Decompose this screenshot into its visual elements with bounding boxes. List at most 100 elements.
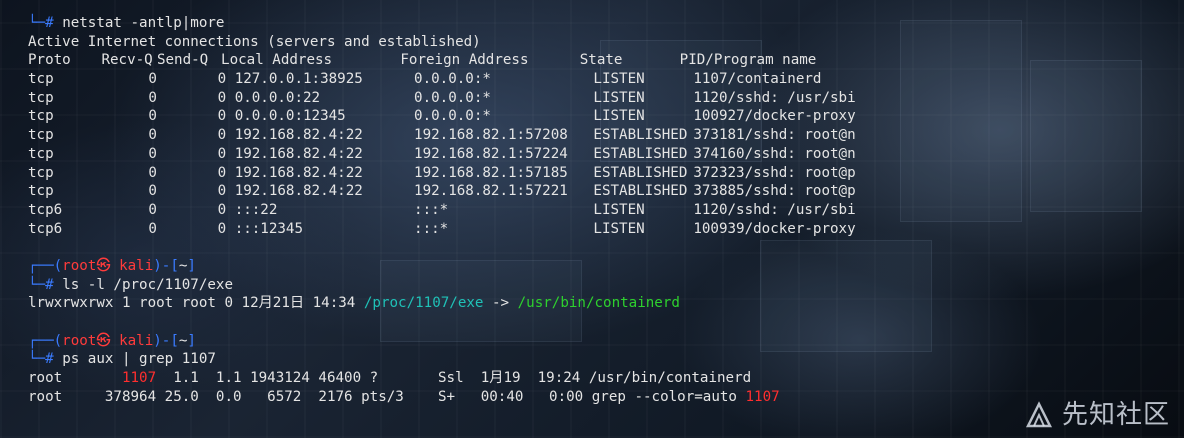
col-state: State — [579, 52, 623, 69]
cell-local: 192.168.82.4:22 — [234, 145, 363, 162]
cell-foreign: 192.168.82.1:57185 — [414, 164, 568, 181]
prompt-top: ┌──( — [28, 257, 63, 274]
cell-foreign: 0.0.0.0:* — [414, 71, 491, 88]
cell-pid: 1120/sshd: /usr/sbi — [693, 201, 856, 218]
terminal-output[interactable]: └─# netstat -antlp|more Active Internet … — [28, 14, 1158, 406]
prompt-corner: └─ — [28, 351, 46, 368]
command-text: ps aux | grep 1107 — [62, 351, 216, 368]
cell-local: 0.0.0.0:12345 — [234, 108, 346, 125]
prompt-line: └─# ps aux | grep 1107 — [28, 350, 1158, 369]
cell-local: :::22 — [234, 201, 278, 218]
cell-sendq: 0 — [217, 183, 227, 200]
cell-proto: tcp — [28, 71, 54, 88]
cell-recvq: 0 — [148, 201, 157, 218]
cell-proto: tcp — [28, 164, 54, 181]
cell-recvq: 0 — [148, 183, 157, 200]
prompt-top: ┌──( — [28, 332, 63, 349]
ps-row: root 378964 25.0 0.0 6572 2176 pts/3 S+ … — [28, 388, 1158, 407]
user-host: root㉿ kali — [62, 257, 154, 274]
prompt-corner: └─ — [28, 276, 46, 293]
col-pid: PID/Program name — [679, 52, 817, 69]
cell-foreign: 192.168.82.1:57208 — [414, 127, 568, 144]
cell-local: 192.168.82.4:22 — [234, 183, 363, 200]
col-foreign: Foreign Address — [400, 52, 529, 69]
prompt-hash: # — [45, 351, 54, 368]
cell-sendq: 0 — [217, 108, 227, 125]
cell-foreign: 192.168.82.1:57224 — [414, 145, 568, 162]
netstat-row: tcp 0 0 127.0.0.1:38925 0.0.0.0:* LISTEN 1107… — [28, 70, 1158, 89]
cell-state: ESTABLISHED — [593, 127, 688, 144]
netstat-columns: Proto Recv-Q Send-Q Local Address Foreign A… — [28, 51, 1158, 70]
ls-prefix: lrwxrwxrwx 1 root root 0 12月21日 14:34 — [28, 295, 364, 312]
prompt-line: └─# ls -l /proc/1107/exe — [28, 276, 1158, 295]
cell-proto: tcp — [28, 127, 54, 144]
cell-recvq: 0 — [148, 220, 157, 237]
cell-pid: 1120/sshd: /usr/sbi — [693, 89, 856, 106]
cell-proto: tcp — [28, 183, 54, 200]
cell-local: 0.0.0.0:22 — [234, 89, 321, 106]
ps-pre: root — [28, 388, 105, 405]
netstat-row: tcp 0 0 192.168.82.4:22 192.168.82.1:57221 E… — [28, 182, 1158, 201]
netstat-row: tcp 0 0 192.168.82.4:22 192.168.82.1:57185 E… — [28, 164, 1158, 183]
cell-proto: tcp6 — [28, 201, 63, 218]
prompt-line: └─# netstat -antlp|more — [28, 14, 1158, 33]
ps-pid: 1107 — [121, 370, 157, 387]
cell-pid: 1107/containerd — [693, 71, 822, 88]
cell-proto: tcp6 — [28, 220, 63, 237]
ps-pid: 378964 — [104, 388, 157, 405]
cell-sendq: 0 — [217, 220, 227, 237]
cell-foreign: 192.168.82.1:57221 — [414, 183, 568, 200]
cell-pid: 373181/sshd: root@n — [693, 127, 856, 144]
cell-recvq: 0 — [148, 89, 157, 106]
cell-foreign: 0.0.0.0:* — [414, 89, 491, 106]
cell-state: LISTEN — [593, 89, 645, 106]
ps-output: root 1107 1.1 1.1 1943124 46400 ? Ssl 1月… — [28, 369, 1158, 406]
col-recvq: Recv-Q — [101, 52, 153, 69]
cell-pid: 100927/docker-proxy — [693, 108, 856, 125]
cell-state: LISTEN — [593, 71, 645, 88]
command-text: ls -l /proc/1107/exe — [62, 276, 234, 293]
cell-sendq: 0 — [217, 89, 227, 106]
col-sendq: Send-Q — [156, 52, 209, 69]
prompt-end: ] — [187, 257, 196, 274]
netstat-row: tcp 0 0 0.0.0.0:22 0.0.0.0:* LISTEN 1120/sshd… — [28, 89, 1158, 108]
ls-output-line: lrwxrwxrwx 1 root root 0 12月21日 14:34 /p… — [28, 294, 1158, 313]
symlink-path: /proc/1107/exe — [363, 295, 484, 312]
cell-pid: 373885/sshd: root@p — [693, 183, 856, 200]
prompt-header-line: ┌──(root㉿ kali)-[~] — [28, 332, 1158, 351]
cell-local: 192.168.82.4:22 — [234, 127, 363, 144]
ps-post: 25.0 0.0 6572 2176 pts/3 S+ 00:40 0:00 g… — [156, 388, 746, 405]
cell-recvq: 0 — [148, 127, 157, 144]
cell-state: LISTEN — [593, 220, 645, 237]
cell-sendq: 0 — [217, 71, 227, 88]
netstat-row: tcp 0 0 0.0.0.0:12345 0.0.0.0:* LISTEN 100927… — [28, 107, 1158, 126]
prompt-header-line: ┌──(root㉿ kali)-[~] — [28, 257, 1158, 276]
ps-tail: 1107 — [745, 388, 780, 405]
user-host: root㉿ kali — [62, 332, 154, 349]
symlink-target: /usr/bin/containerd — [517, 295, 680, 312]
cell-recvq: 0 — [148, 164, 157, 181]
prompt-mid: )-[ — [153, 257, 179, 274]
cell-state: ESTABLISHED — [593, 145, 688, 162]
cell-state: ESTABLISHED — [593, 164, 688, 181]
prompt-end: ] — [187, 332, 196, 349]
cell-recvq: 0 — [148, 71, 157, 88]
cell-recvq: 0 — [148, 145, 157, 162]
cell-foreign: :::* — [414, 201, 449, 218]
cell-state: ESTABLISHED — [593, 183, 688, 200]
prompt-hash: # — [45, 276, 54, 293]
symlink-arrow: -> — [483, 295, 518, 312]
watermark-text: 先知社区 — [1061, 399, 1170, 430]
cell-pid: 372323/sshd: root@p — [693, 164, 856, 181]
cell-proto: tcp — [28, 145, 54, 162]
cell-proto: tcp — [28, 108, 54, 125]
col-local: Local Address — [221, 52, 333, 69]
cell-state: LISTEN — [593, 201, 645, 218]
cell-local: :::12345 — [234, 220, 304, 237]
cell-proto: tcp — [28, 89, 54, 106]
ps-post: 1.1 1.1 1943124 46400 ? Ssl 1月19 19:24 /… — [156, 370, 752, 387]
cell-local: 192.168.82.4:22 — [234, 164, 363, 181]
ps-row: root 1107 1.1 1.1 1943124 46400 ? Ssl 1月… — [28, 369, 1158, 388]
cell-sendq: 0 — [217, 201, 227, 218]
